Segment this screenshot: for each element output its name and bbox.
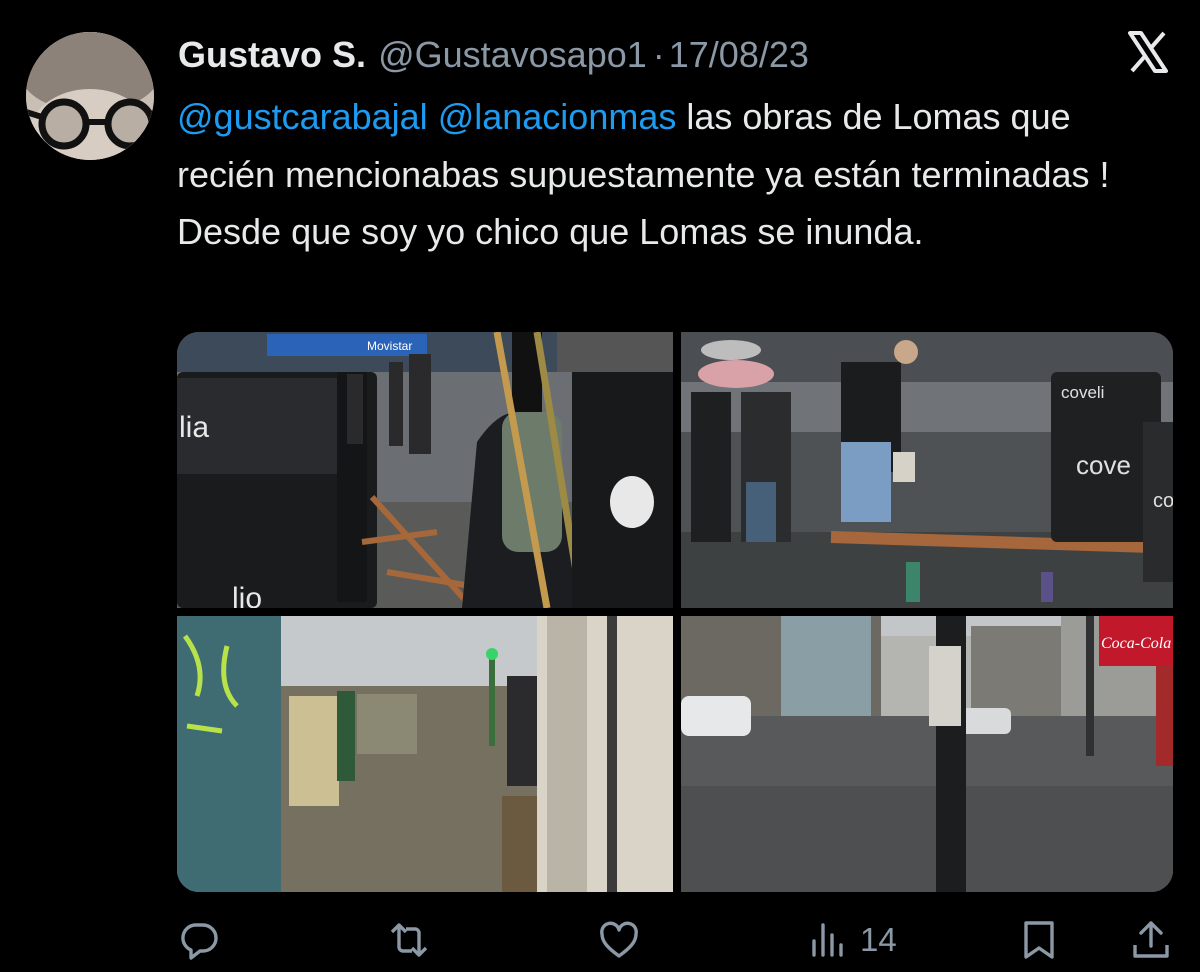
- photo-2[interactable]: coveli cove co: [681, 332, 1173, 608]
- reply-button[interactable]: [178, 918, 220, 962]
- mention-link[interactable]: @gustcarabajal: [177, 96, 428, 137]
- retweet-icon: [390, 923, 428, 957]
- tweet-header: Gustavo S. @Gustavosapo1 · 17/08/23: [178, 28, 809, 82]
- bookmark-button[interactable]: [1018, 918, 1060, 962]
- avatar[interactable]: [26, 32, 154, 160]
- photo-1[interactable]: Movistar lia lio: [177, 332, 673, 608]
- views-count: 14: [860, 921, 897, 958]
- tweet-date[interactable]: 17/08/23: [669, 34, 809, 76]
- bin-text-mid: cove: [1076, 450, 1131, 480]
- views-button[interactable]: 14: [808, 918, 897, 962]
- like-button[interactable]: [598, 918, 640, 962]
- author-handle[interactable]: @Gustavosapo1: [378, 34, 647, 76]
- tweet-text: @gustcarabajal @lanacionmas las obras de…: [177, 88, 1177, 261]
- author-name[interactable]: Gustavo S.: [178, 34, 366, 76]
- separator: ·: [652, 34, 665, 75]
- mention-link[interactable]: @lanacionmas: [438, 96, 677, 137]
- bin-text-top: coveli: [1061, 383, 1104, 402]
- photo-4[interactable]: Coca-Cola: [681, 616, 1173, 892]
- photo-3[interactable]: [177, 616, 673, 892]
- media-grid: Movistar lia lio coveli cove co Coca-Col…: [177, 332, 1173, 892]
- share-icon: [1133, 921, 1169, 958]
- x-logo-icon: [1126, 30, 1170, 74]
- reply-icon: [181, 923, 218, 960]
- sign-brand: Coca-Cola: [1101, 635, 1171, 652]
- bin-text: lia: [179, 411, 209, 444]
- bin-text-lower: lio: [232, 582, 262, 608]
- sign-movistar: Movistar: [367, 339, 412, 353]
- action-bar: 14: [0, 908, 1200, 972]
- like-icon: [600, 921, 638, 958]
- views-icon: [812, 923, 843, 957]
- retweet-button[interactable]: [388, 918, 430, 962]
- bookmark-icon: [1024, 921, 1054, 959]
- bin-text-side: co: [1153, 490, 1173, 512]
- share-button[interactable]: [1130, 918, 1172, 962]
